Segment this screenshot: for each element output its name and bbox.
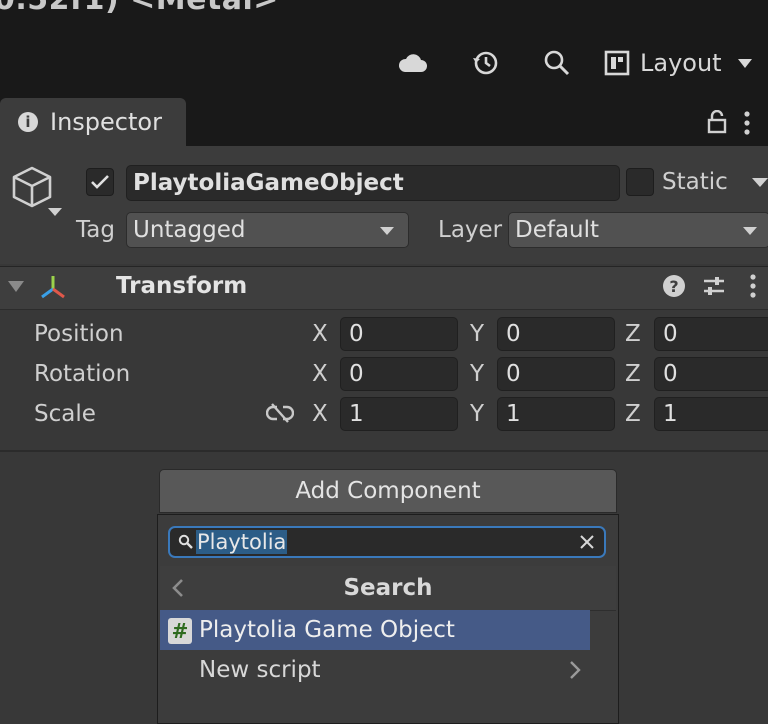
- add-component-button[interactable]: Add Component: [159, 469, 617, 513]
- gameobject-cube-icon[interactable]: [8, 164, 66, 226]
- static-checkbox[interactable]: [626, 168, 654, 196]
- rotation-y-field[interactable]: 0: [497, 357, 615, 391]
- search-icon[interactable]: [540, 46, 574, 80]
- static-label: Static: [662, 169, 728, 195]
- window-title: 0.52f1) <Metal>: [0, 0, 279, 17]
- position-z-field[interactable]: 0: [654, 317, 768, 351]
- transform-icon: [38, 273, 68, 305]
- layer-label: Layer: [438, 217, 503, 243]
- info-icon: i: [18, 112, 38, 132]
- scale-z-label[interactable]: Z: [625, 401, 641, 427]
- rotation-z-field[interactable]: 0: [654, 357, 768, 391]
- chevron-right-icon: [568, 660, 582, 684]
- tag-dropdown[interactable]: Untagged: [126, 212, 409, 248]
- position-y-field[interactable]: 0: [497, 317, 615, 351]
- search-header-title: Search: [343, 575, 433, 601]
- rotation-label: Rotation: [34, 361, 131, 387]
- object-name-field[interactable]: PlaytoliaGameObject: [126, 165, 620, 201]
- search-query: Playtolia: [196, 530, 288, 554]
- layout-button[interactable]: Layout: [604, 44, 752, 82]
- static-dropdown-icon[interactable]: [752, 178, 768, 187]
- link-off-icon[interactable]: [265, 402, 295, 428]
- position-x-label[interactable]: X: [312, 321, 328, 347]
- chevron-down-icon: [743, 227, 757, 235]
- tag-value: Untagged: [133, 217, 246, 243]
- position-x-field[interactable]: 0: [340, 317, 458, 351]
- position-y-label[interactable]: Y: [470, 321, 484, 347]
- rotation-x-label[interactable]: X: [312, 361, 328, 387]
- layout-icon: [604, 50, 630, 76]
- component-search-input[interactable]: Playtolia: [168, 526, 606, 558]
- scale-z-field[interactable]: 1: [654, 397, 768, 431]
- component-menu-icon[interactable]: [748, 273, 758, 303]
- active-checkbox[interactable]: [86, 168, 114, 196]
- position-z-label[interactable]: Z: [625, 321, 641, 347]
- scale-y-field[interactable]: 1: [497, 397, 615, 431]
- transform-title: Transform: [116, 273, 248, 299]
- divider: [0, 450, 768, 452]
- scale-x-field[interactable]: 1: [340, 397, 458, 431]
- tab-inspector-label: Inspector: [50, 108, 162, 136]
- rotation-y-label[interactable]: Y: [470, 361, 484, 387]
- layout-label: Layout: [640, 49, 722, 77]
- script-hash-icon: #: [168, 618, 192, 644]
- new-script-label: New script: [199, 657, 321, 683]
- layer-dropdown[interactable]: Default: [508, 212, 768, 248]
- chevron-down-icon: [737, 58, 752, 68]
- search-icon: [178, 534, 194, 554]
- cloud-icon[interactable]: [396, 46, 430, 80]
- rotation-z-label[interactable]: Z: [625, 361, 641, 387]
- chevron-down-icon: [380, 227, 394, 235]
- layer-value: Default: [515, 217, 600, 243]
- clear-search-icon[interactable]: [578, 533, 596, 555]
- help-icon[interactable]: ?: [663, 275, 685, 297]
- tag-label: Tag: [76, 217, 115, 243]
- position-label: Position: [34, 321, 124, 347]
- history-icon[interactable]: [468, 46, 502, 80]
- lock-icon[interactable]: [706, 109, 728, 138]
- scale-label: Scale: [34, 401, 96, 427]
- kebab-menu-icon[interactable]: [742, 110, 752, 140]
- scale-y-label[interactable]: Y: [470, 401, 484, 427]
- tab-inspector[interactable]: i Inspector: [0, 98, 186, 146]
- presets-icon[interactable]: [702, 274, 726, 302]
- rotation-x-field[interactable]: 0: [340, 357, 458, 391]
- foldout-arrow-icon[interactable]: [8, 281, 24, 292]
- result-label: Playtolia Game Object: [199, 617, 455, 643]
- scale-x-label[interactable]: X: [312, 401, 328, 427]
